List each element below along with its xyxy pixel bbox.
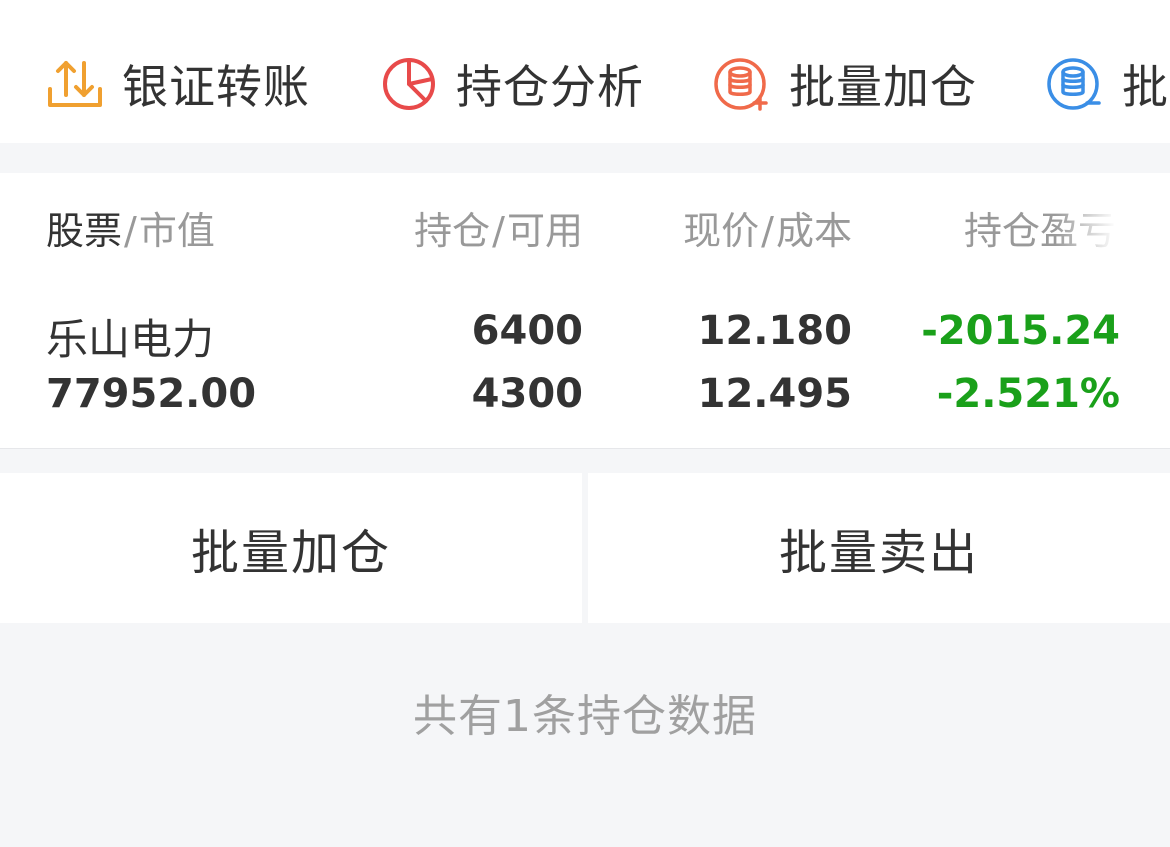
batch-add-button[interactable]: 批量加仓 — [0, 473, 582, 623]
batch-add-label: 批量加仓 — [789, 60, 977, 114]
profit-loss-percent: -2.521% — [936, 371, 1120, 417]
available-quantity: 4300 — [471, 371, 583, 417]
bank-transfer-label: 银证转账 — [122, 60, 310, 114]
position-analysis-label: 持仓分析 — [456, 60, 644, 114]
position-analysis-action[interactable]: 持仓分析 — [380, 44, 644, 124]
database-minus-icon — [1046, 55, 1104, 113]
header-stock[interactable]: 股票/市值 — [46, 200, 215, 255]
transfer-icon — [46, 55, 104, 113]
header-market-value-label: 市值 — [138, 209, 215, 253]
header-position[interactable]: 持仓/可用 — [414, 200, 583, 255]
position-quantity: 6400 — [471, 308, 583, 354]
holdings-table: 股票/市值 持仓/可用 现价/成本 持仓盈亏 乐山电力 77952.00 640… — [0, 173, 1170, 448]
action-toolbar: 银证转账 持仓分析 批量加仓 批 — [0, 0, 1170, 143]
profit-loss-amount: -2015.24 — [921, 308, 1120, 354]
batch-reduce-action[interactable]: 批量减仓 — [1046, 44, 1170, 124]
batch-sell-button[interactable]: 批量卖出 — [588, 473, 1170, 623]
header-price[interactable]: 现价/成本 — [683, 200, 852, 255]
batch-add-action[interactable]: 批量加仓 — [713, 44, 977, 124]
header-separator: / — [492, 209, 505, 253]
pie-chart-icon — [380, 55, 438, 113]
header-stock-label: 股票 — [46, 209, 123, 253]
cost-price: 12.495 — [697, 371, 852, 417]
divider — [0, 448, 1170, 449]
header-profit-loss-label: 持仓盈亏 — [964, 209, 1117, 253]
market-value: 77952.00 — [46, 371, 257, 417]
header-position-label: 持仓 — [414, 209, 491, 253]
header-separator: / — [124, 209, 137, 253]
current-price: 12.180 — [697, 308, 852, 354]
header-cost-label: 成本 — [775, 209, 852, 253]
header-profit-loss[interactable]: 持仓盈亏 — [964, 200, 1116, 255]
batch-reduce-label: 批量减仓 — [1122, 60, 1170, 114]
database-plus-icon — [713, 55, 771, 113]
header-separator: / — [761, 209, 774, 253]
bank-transfer-action[interactable]: 银证转账 — [46, 44, 310, 124]
stock-name: 乐山电力 — [46, 315, 215, 364]
header-available-label: 可用 — [506, 209, 583, 253]
holdings-count-text: 共有1条持仓数据 — [413, 691, 757, 742]
header-price-label: 现价 — [683, 209, 760, 253]
